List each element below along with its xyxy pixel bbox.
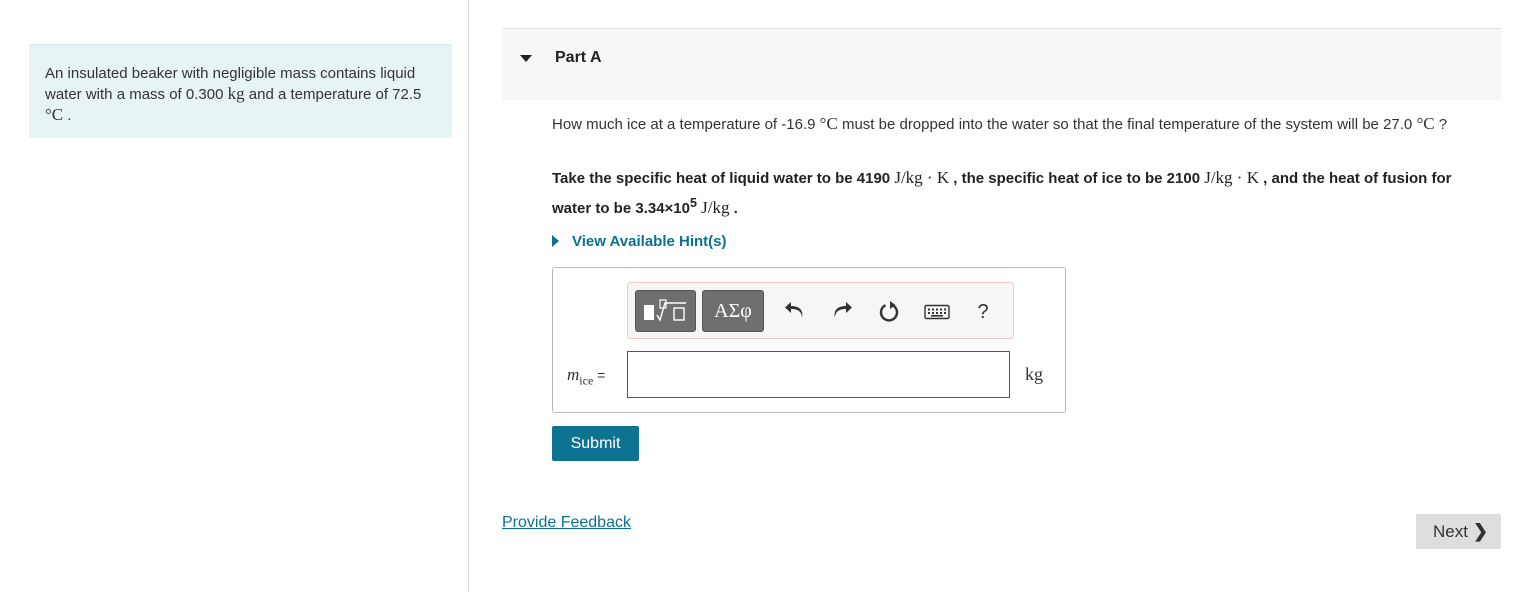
part-title: Part A — [555, 49, 602, 66]
undo-icon — [785, 302, 803, 318]
expand-caret-icon — [552, 235, 559, 247]
keyboard-icon — [924, 304, 950, 320]
question-unit-2: °C — [1416, 114, 1435, 133]
submit-button[interactable]: Submit — [552, 426, 639, 461]
constants-unit-1: J/kg · K — [894, 168, 950, 187]
variable-subscript: ice — [579, 373, 594, 388]
question-text-1: How much ice at a temperature of -16.9 — [552, 116, 820, 133]
view-hints-link[interactable]: View Available Hint(s) — [552, 231, 727, 251]
equals-sign: = — [593, 367, 606, 383]
answer-variable-label: mice = — [567, 365, 605, 388]
answer-area: ΑΣφ ? mice = kg — [552, 267, 1066, 413]
templates-button[interactable] — [635, 290, 696, 332]
reset-icon — [879, 301, 899, 322]
keyboard-button[interactable] — [922, 297, 952, 327]
problem-text-2: and a temperature of 72.5 — [244, 86, 422, 103]
next-button[interactable]: Next ❯ — [1416, 514, 1501, 549]
question-text: How much ice at a temperature of -16.9 °… — [552, 114, 1497, 135]
constants-text-4: . — [729, 200, 738, 217]
problem-statement: An insulated beaker with negligible mass… — [29, 44, 452, 138]
constants-text: Take the specific heat of liquid water t… — [552, 165, 1482, 221]
mass-unit: kg — [227, 84, 245, 103]
redo-icon — [834, 302, 852, 318]
temp-unit: °C — [45, 105, 64, 124]
column-divider — [468, 0, 469, 592]
question-unit-1: °C — [819, 114, 838, 133]
constants-unit-2: J/kg · K — [1204, 168, 1259, 187]
constants-unit-3: J/kg — [701, 198, 730, 217]
answer-input[interactable] — [627, 351, 1010, 398]
next-label: Next — [1432, 521, 1468, 541]
collapse-caret-icon[interactable] — [520, 55, 532, 62]
undo-button[interactable] — [780, 297, 810, 327]
constants-text-2: , the specific heat of ice to be 2100 — [949, 170, 1205, 187]
symbols-label: ΑΣφ — [714, 299, 752, 322]
constants-text-1: Take the specific heat of liquid water t… — [552, 170, 895, 187]
problem-text-3: . — [63, 107, 72, 124]
chevron-right-icon: ❯ — [1472, 521, 1489, 541]
answer-unit: kg — [1025, 364, 1043, 384]
symbols-button[interactable]: ΑΣφ — [702, 290, 764, 332]
help-button[interactable]: ? — [968, 297, 998, 327]
question-text-3: ? — [1434, 116, 1448, 133]
part-a-header[interactable]: Part A — [502, 29, 1501, 100]
help-label: ? — [977, 300, 989, 323]
constants-exponent: 5 — [690, 196, 697, 210]
variable-main: m — [567, 365, 580, 384]
math-toolbar: ΑΣφ ? — [627, 282, 1014, 339]
redo-button[interactable] — [827, 297, 857, 327]
templates-icon — [643, 299, 686, 322]
reset-button[interactable] — [874, 297, 904, 327]
hint-label: View Available Hint(s) — [572, 232, 727, 250]
question-text-2: must be dropped into the water so that t… — [837, 116, 1417, 133]
provide-feedback-link[interactable]: Provide Feedback — [502, 514, 631, 532]
